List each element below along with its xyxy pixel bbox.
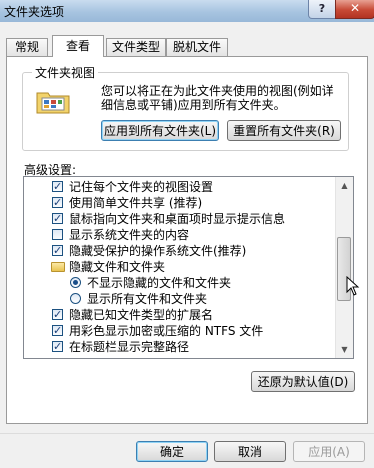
tab-view[interactable]: 查看 [52, 35, 104, 57]
advanced-settings-list[interactable]: 记住每个文件夹的视图设置 使用简单文件共享 (推荐) 鼠标指向文件夹和桌面项时显… [23, 176, 354, 359]
reset-all-folders-button[interactable]: 重置所有文件夹(R) [227, 120, 341, 141]
tab-file-types[interactable]: 文件类型 [106, 38, 166, 56]
checkbox[interactable] [52, 195, 63, 211]
footer-divider [0, 433, 374, 434]
ok-button[interactable]: 确定 [136, 441, 208, 462]
restore-defaults-button[interactable]: 还原为默认值(D) [251, 371, 355, 392]
folder-icon [51, 262, 65, 272]
tab-general[interactable]: 常规 [6, 38, 48, 56]
checkbox[interactable] [52, 339, 63, 355]
close-button[interactable]: ✕ [335, 0, 374, 19]
vertical-scrollbar[interactable]: ▲ ▼ [335, 177, 353, 358]
radio-button[interactable] [70, 277, 81, 288]
folder-views-icon [36, 92, 70, 114]
checkbox[interactable] [52, 179, 63, 195]
checkbox[interactable] [52, 229, 63, 240]
scroll-up-arrow-icon[interactable]: ▲ [336, 177, 353, 194]
mouse-cursor-icon [346, 276, 360, 296]
folder-views-description: 您可以将正在为此文件夹使用的视图(例如详细信息或平铺)应用到所有文件夹。 [101, 84, 334, 112]
folder-views-label: 文件夹视图 [32, 64, 99, 81]
scroll-down-arrow-icon[interactable]: ▼ [336, 341, 353, 358]
title-bar[interactable]: 文件夹选项 ? ✕ [0, 0, 374, 22]
apply-button[interactable]: 应用(A) [293, 441, 365, 462]
folder-options-dialog: 文件夹选项 ? ✕ 常规 查看 文件类型 脱机文件 文件夹视图 您可以将正在为此… [0, 0, 374, 468]
help-button[interactable]: ? [308, 0, 336, 19]
checkbox[interactable] [52, 307, 63, 323]
window-title: 文件夹选项 [4, 5, 65, 19]
radio-button[interactable] [70, 293, 81, 304]
checkbox[interactable] [52, 323, 63, 339]
tab-offline-files[interactable]: 脱机文件 [166, 38, 228, 56]
cancel-button[interactable]: 取消 [214, 441, 286, 462]
checkbox[interactable] [52, 243, 63, 259]
checkbox[interactable] [52, 211, 63, 227]
apply-to-all-folders-button[interactable]: 应用到所有文件夹(L) [101, 120, 219, 141]
